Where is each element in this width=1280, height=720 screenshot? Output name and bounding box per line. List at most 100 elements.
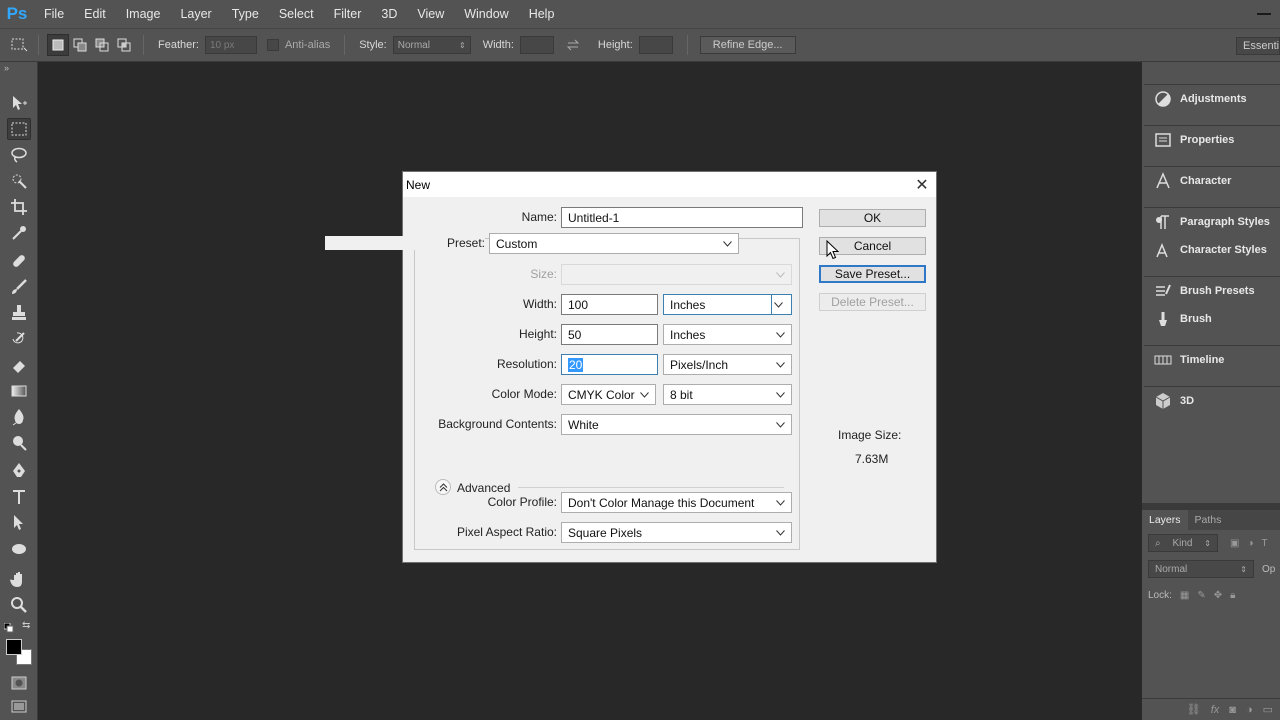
background-contents-select[interactable]: White <box>561 414 792 435</box>
chevron-down-icon <box>639 390 649 400</box>
panel-properties[interactable]: Properties <box>1144 126 1280 154</box>
subtract-from-selection-icon[interactable] <box>91 34 113 56</box>
height-unit-select[interactable]: Inches <box>663 324 792 345</box>
adjustment-filter-icon[interactable]: ◑ <box>1247 538 1253 549</box>
width-input[interactable] <box>519 36 554 54</box>
panel-adjustments[interactable]: Adjustments <box>1144 85 1280 113</box>
new-group-icon[interactable]: ▭ <box>1263 703 1273 716</box>
height-input[interactable] <box>638 36 673 54</box>
pixel-aspect-ratio-select[interactable]: Square Pixels <box>561 522 792 543</box>
tab-paths[interactable]: Paths <box>1188 510 1229 530</box>
layer-filter-select[interactable]: ⌕ Kind ⇕ <box>1148 534 1218 552</box>
paragraph-styles-icon <box>1156 215 1169 229</box>
close-icon[interactable]: ✕ <box>908 172 936 197</box>
add-mask-icon[interactable]: ◙ <box>1229 704 1236 716</box>
quick-mask-icon[interactable] <box>7 672 31 694</box>
color-profile-select[interactable]: Don't Color Manage this Document <box>561 492 792 513</box>
eyedropper-icon[interactable] <box>7 222 31 244</box>
ok-button[interactable]: OK <box>819 209 926 227</box>
menu-help[interactable]: Help <box>519 0 565 28</box>
menu-file[interactable]: File <box>34 0 74 28</box>
refine-edge-button[interactable]: Refine Edge... <box>699 36 796 54</box>
panel-brush-presets[interactable]: Brush Presets <box>1144 277 1280 305</box>
save-preset-button[interactable]: Save Preset... <box>819 265 926 283</box>
add-to-selection-icon[interactable] <box>69 34 91 56</box>
default-colors-icon[interactable] <box>3 622 14 633</box>
healing-brush-icon[interactable] <box>7 250 31 272</box>
rectangular-marquee-icon[interactable] <box>7 118 31 140</box>
lock-pixels-icon[interactable]: ✎ <box>1197 590 1205 601</box>
character-icon <box>1156 172 1170 189</box>
hand-tool-icon[interactable] <box>7 568 31 590</box>
antialias-checkbox[interactable] <box>266 39 279 51</box>
lock-transparent-icon[interactable]: ▦ <box>1180 590 1189 601</box>
width-unit-select[interactable]: Inches <box>663 294 792 315</box>
lock-position-icon[interactable]: ✥ <box>1214 590 1222 601</box>
tab-layers[interactable]: Layers <box>1142 510 1188 530</box>
bit-depth-select[interactable]: 8 bit <box>663 384 792 405</box>
menu-image[interactable]: Image <box>116 0 171 28</box>
lock-all-icon[interactable]: 🔒︎ <box>1230 590 1235 601</box>
path-selection-icon[interactable] <box>7 512 31 534</box>
intersect-selection-icon[interactable] <box>113 34 135 56</box>
style-label: Style: <box>359 39 387 51</box>
layer-style-icon[interactable]: fx <box>1211 704 1220 716</box>
menu-select[interactable]: Select <box>269 0 324 28</box>
screen-mode-icon[interactable] <box>7 696 31 718</box>
quick-selection-icon[interactable] <box>7 170 31 192</box>
brush-tool-icon[interactable] <box>7 276 31 298</box>
pen-tool-icon[interactable] <box>7 460 31 482</box>
menu-view[interactable]: View <box>407 0 454 28</box>
panel-paragraph-styles[interactable]: Paragraph Styles <box>1144 208 1280 236</box>
foreground-color-swatch[interactable] <box>6 639 22 655</box>
swap-colors-icon[interactable]: ⇆ <box>22 620 30 631</box>
name-input[interactable]: Untitled-1 <box>561 207 803 228</box>
gradient-tool-icon[interactable] <box>7 380 31 402</box>
menu-window[interactable]: Window <box>454 0 518 28</box>
history-brush-icon[interactable] <box>7 328 31 350</box>
preset-select[interactable]: Custom <box>489 233 739 254</box>
menu-filter[interactable]: Filter <box>324 0 372 28</box>
size-select[interactable] <box>561 264 792 285</box>
width-input[interactable]: 100 <box>561 294 658 315</box>
swap-dimensions-icon[interactable] <box>562 34 584 56</box>
minimize-button[interactable] <box>1254 0 1274 28</box>
zoom-tool-icon[interactable] <box>7 594 31 616</box>
height-input[interactable]: 50 <box>561 324 658 345</box>
type-filter-icon[interactable]: T <box>1262 538 1268 549</box>
menu-3d[interactable]: 3D <box>371 0 407 28</box>
blend-mode-select[interactable]: Normal ⇕ <box>1148 560 1254 578</box>
link-layers-icon[interactable]: ⛓︎ <box>1187 703 1201 716</box>
marquee-preset-icon[interactable] <box>8 34 30 56</box>
advanced-toggle-button[interactable] <box>435 479 451 495</box>
panel-timeline[interactable]: Timeline <box>1144 346 1280 374</box>
resolution-input[interactable]: 20 <box>561 354 658 375</box>
delete-preset-button[interactable]: Delete Preset... <box>819 293 926 311</box>
collapse-icon[interactable]: » <box>0 62 37 74</box>
panel-character-styles[interactable]: Character Styles <box>1144 236 1280 264</box>
lasso-tool-icon[interactable] <box>7 144 31 166</box>
menu-type[interactable]: Type <box>222 0 269 28</box>
panel-brush[interactable]: Brush <box>1144 305 1280 333</box>
menu-layer[interactable]: Layer <box>170 0 221 28</box>
spinner-icon: ⇕ <box>459 40 466 50</box>
move-tool-icon[interactable] <box>7 92 31 114</box>
color-mode-select[interactable]: CMYK Color <box>561 384 656 405</box>
new-selection-icon[interactable] <box>47 34 69 56</box>
blur-tool-icon[interactable] <box>7 406 31 428</box>
style-select[interactable]: Normal ⇕ <box>392 36 471 54</box>
ellipse-tool-icon[interactable] <box>7 538 31 560</box>
clone-stamp-icon[interactable] <box>7 302 31 324</box>
dodge-tool-icon[interactable] <box>7 432 31 454</box>
new-adjustment-icon[interactable]: ◑ <box>1246 704 1253 716</box>
eraser-icon[interactable] <box>7 354 31 376</box>
type-tool-icon[interactable] <box>7 486 31 508</box>
feather-input[interactable]: 10 px <box>204 36 257 54</box>
menu-edit[interactable]: Edit <box>74 0 116 28</box>
resolution-unit-select[interactable]: Pixels/Inch <box>663 354 792 375</box>
crop-tool-icon[interactable] <box>7 196 31 218</box>
panel-3d[interactable]: 3D <box>1144 387 1280 415</box>
image-filter-icon[interactable]: ▣ <box>1230 538 1239 549</box>
workspace-switcher[interactable]: Essentials <box>1236 37 1280 55</box>
panel-character[interactable]: Character <box>1144 167 1280 195</box>
